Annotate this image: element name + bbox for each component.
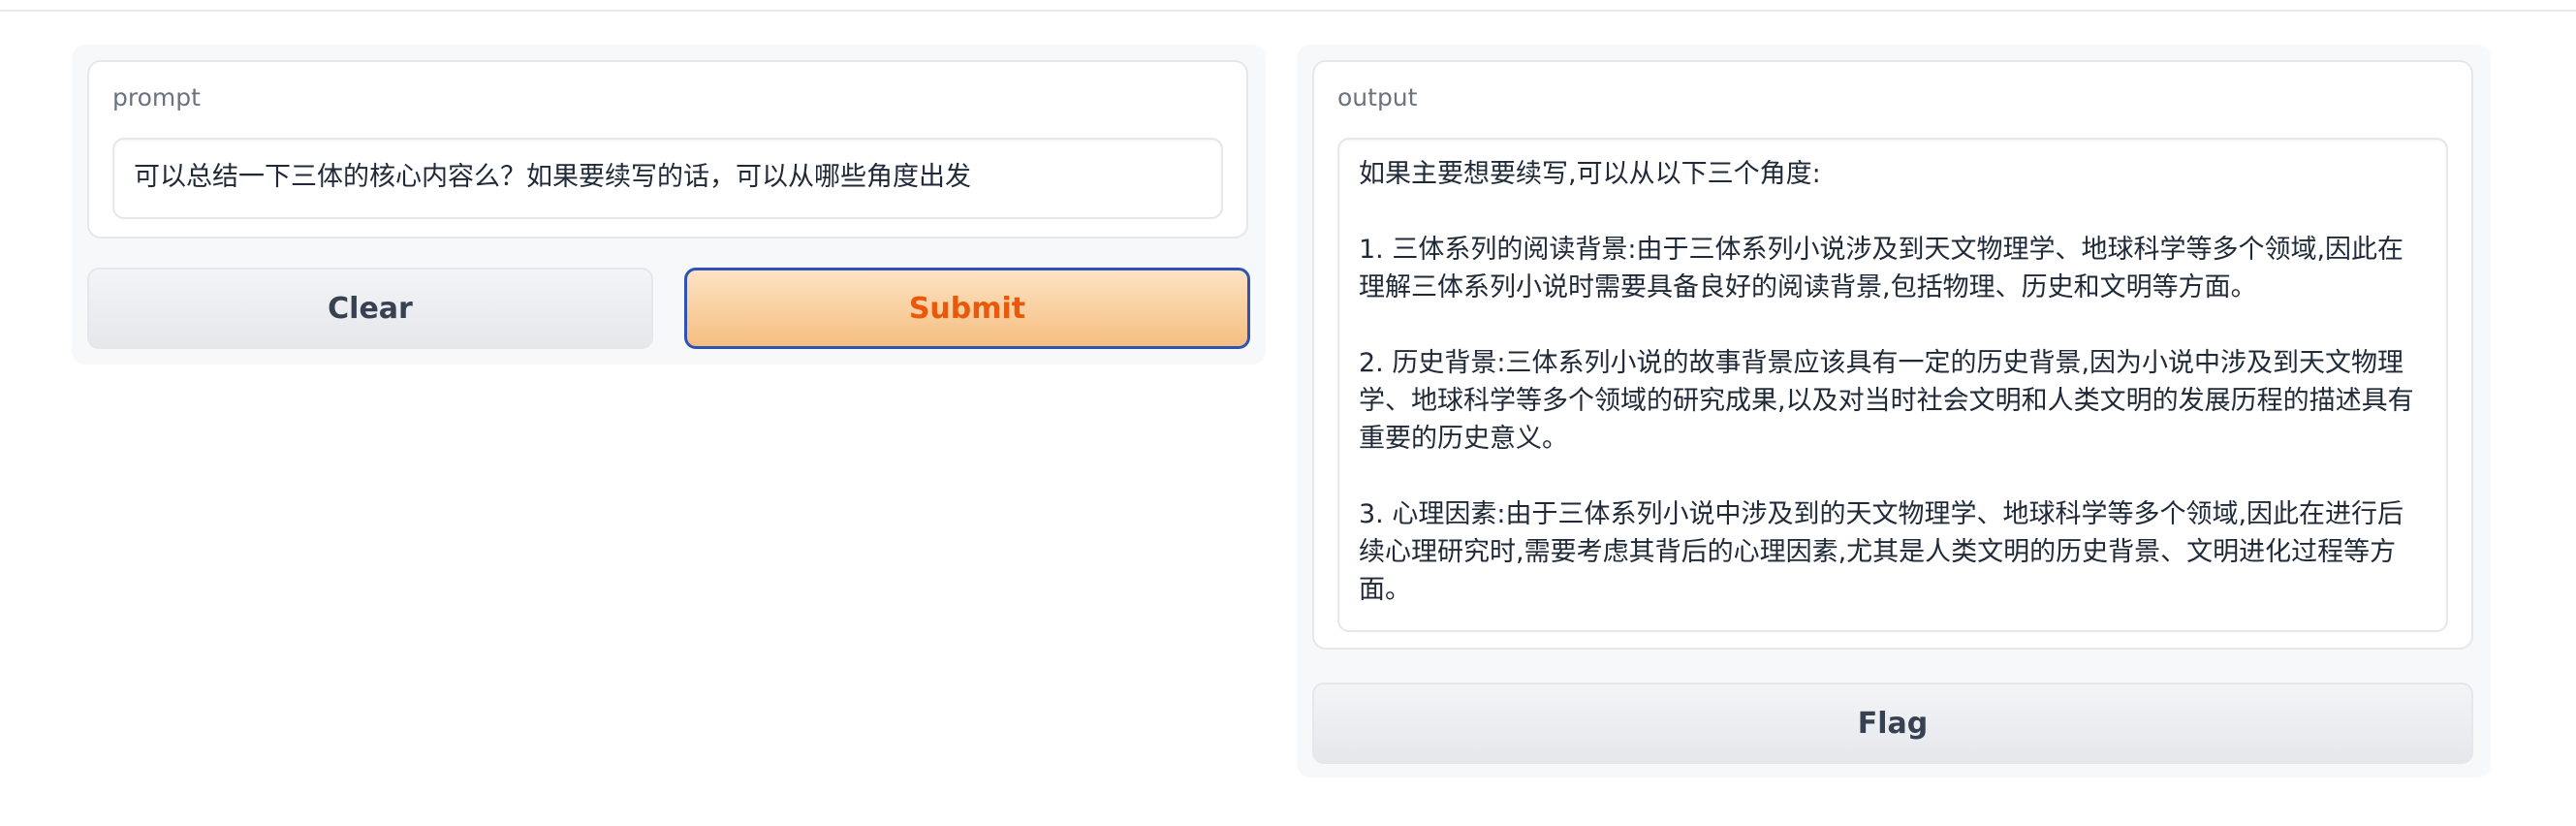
prompt-input[interactable]: 可以总结一下三体的核心内容么？如果要续写的话，可以从哪些角度出发: [112, 138, 1223, 219]
output-label: output: [1337, 83, 1418, 111]
output-block: output 如果主要想要续写,可以从以下三个角度: 1. 三体系列的阅读背景:…: [1312, 60, 2473, 650]
submit-button[interactable]: Submit: [684, 268, 1250, 349]
output-textarea[interactable]: 如果主要想要续写,可以从以下三个角度: 1. 三体系列的阅读背景:由于三体系列小…: [1337, 138, 2448, 632]
prompt-label: prompt: [112, 83, 201, 111]
input-panel: prompt 可以总结一下三体的核心内容么？如果要续写的话，可以从哪些角度出发 …: [72, 45, 1266, 365]
flag-button[interactable]: Flag: [1312, 683, 2473, 764]
prompt-block: prompt 可以总结一下三体的核心内容么？如果要续写的话，可以从哪些角度出发: [87, 60, 1248, 238]
top-divider: [0, 0, 2576, 12]
clear-button[interactable]: Clear: [87, 268, 653, 349]
output-panel: output 如果主要想要续写,可以从以下三个角度: 1. 三体系列的阅读背景:…: [1297, 45, 2491, 778]
